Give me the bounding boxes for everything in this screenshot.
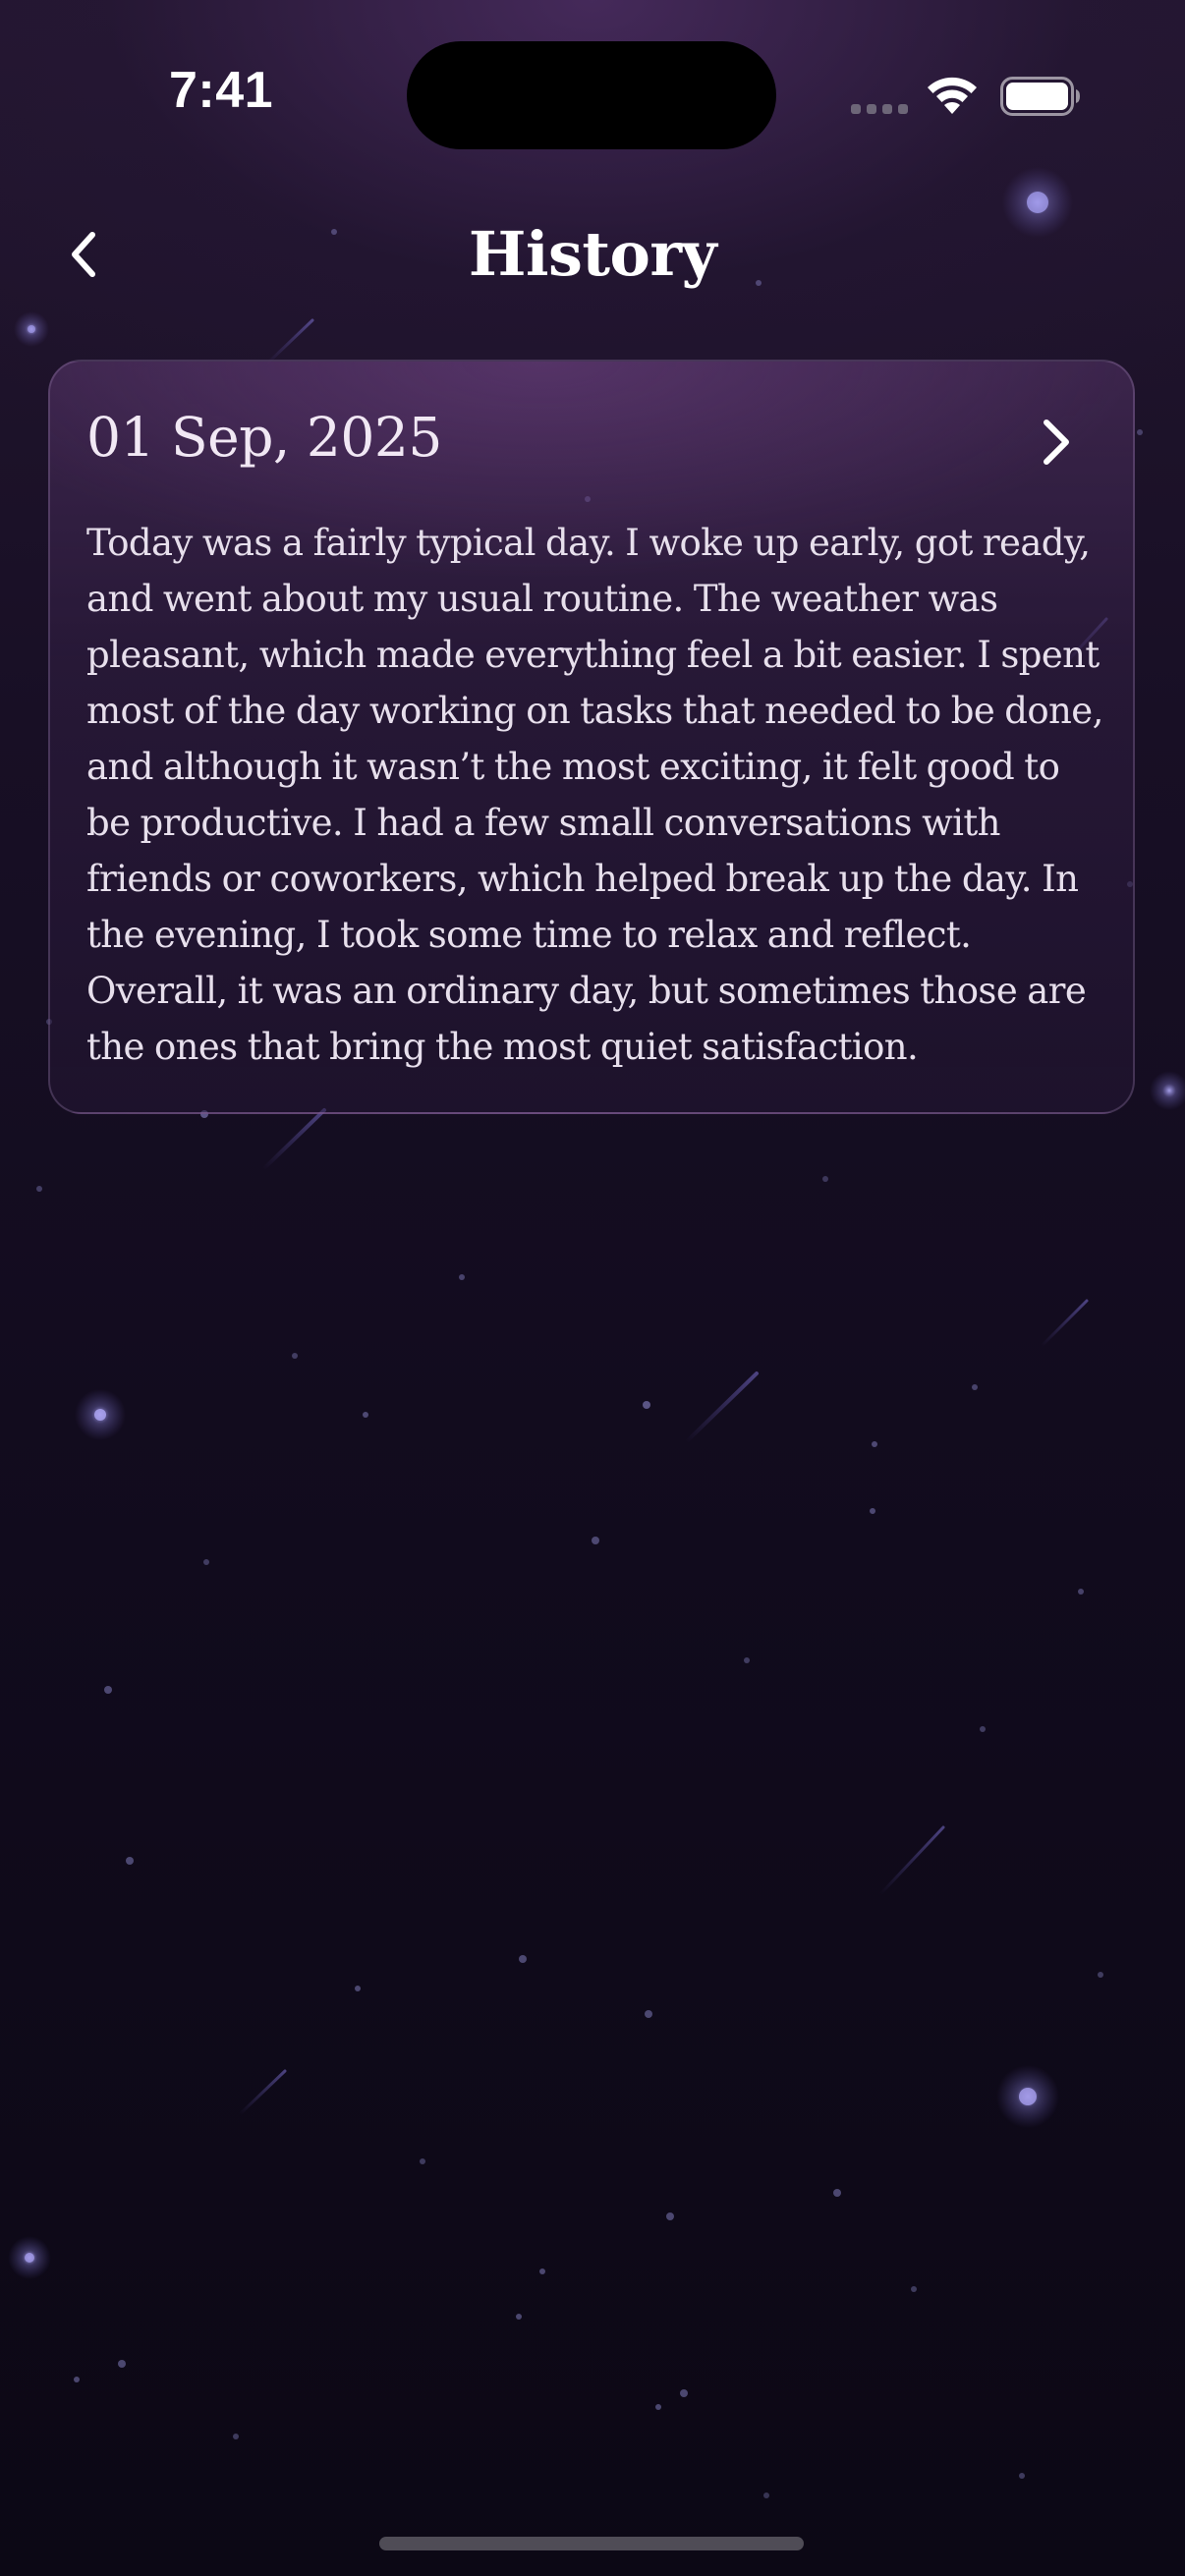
history-entry-card[interactable]: 01 Sep, 2025 Today was a fairly typical … [48,360,1135,1114]
home-indicator[interactable] [379,2537,804,2550]
battery-icon [1000,77,1080,116]
page-title: History [468,218,717,290]
entry-date: 01 Sep, 2025 [86,406,442,469]
status-bar: 7:41 [0,0,1185,187]
entry-text: Today was a fairly typical day. I woke u… [86,522,1103,1068]
wifi-icon [928,77,977,114]
cellular-signal-icon [851,104,908,114]
dynamic-island [407,41,776,149]
chevron-right-icon[interactable] [1031,415,1080,470]
status-time: 7:41 [169,62,274,119]
